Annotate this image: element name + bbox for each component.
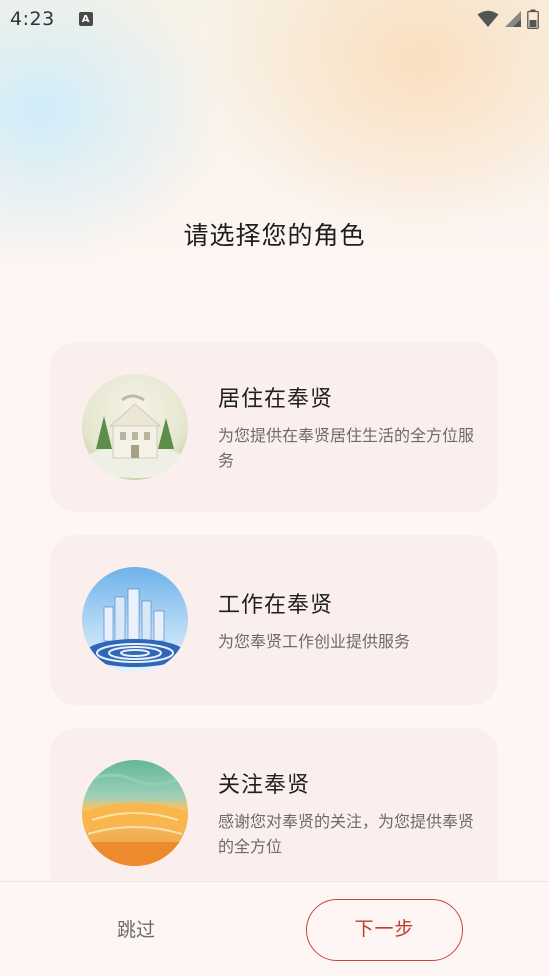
follow-landmark-image xyxy=(82,760,188,866)
work-city-skyline-image xyxy=(82,567,188,673)
skip-button[interactable]: 跳过 xyxy=(96,910,176,950)
status-bar: 4:23 A xyxy=(0,0,549,38)
status-time: 4:23 xyxy=(10,8,55,30)
bottom-action-bar: 跳过 下一步 xyxy=(0,881,549,976)
role-card-residence[interactable]: 居住在奉贤 为您提供在奉贤居住生活的全方位服务 xyxy=(50,342,498,512)
role-title: 关注奉贤 xyxy=(218,773,311,798)
next-step-button[interactable]: 下一步 xyxy=(306,899,463,961)
role-card-text: 工作在奉贤 为您奉贤工作创业提供服务 xyxy=(218,587,474,654)
text-accessibility-icon: A xyxy=(78,12,93,26)
battery-icon xyxy=(527,9,539,29)
page-title: 请选择您的角色 xyxy=(183,221,366,250)
residence-house-image xyxy=(82,374,188,480)
wifi-icon xyxy=(477,10,499,27)
role-description: 为您提供在奉贤居住生活的全方位服务 xyxy=(218,426,475,470)
role-card-follow[interactable]: 关注奉贤 感谢您对奉贤的关注，为您提供奉贤的全方位 xyxy=(50,728,498,898)
status-icons xyxy=(477,9,539,29)
role-description: 感谢您对奉贤的关注，为您提供奉贤的全方位 xyxy=(218,812,475,856)
signal-icon xyxy=(505,11,521,27)
role-card-text: 居住在奉贤 为您提供在奉贤居住生活的全方位服务 xyxy=(218,381,474,473)
role-card-text: 关注奉贤 感谢您对奉贤的关注，为您提供奉贤的全方位 xyxy=(218,767,474,859)
role-title: 工作在奉贤 xyxy=(218,592,334,618)
role-card-work[interactable]: 工作在奉贤 为您奉贤工作创业提供服务 xyxy=(50,535,498,705)
role-description: 为您奉贤工作创业提供服务 xyxy=(218,631,411,651)
role-title: 居住在奉贤 xyxy=(218,387,334,412)
